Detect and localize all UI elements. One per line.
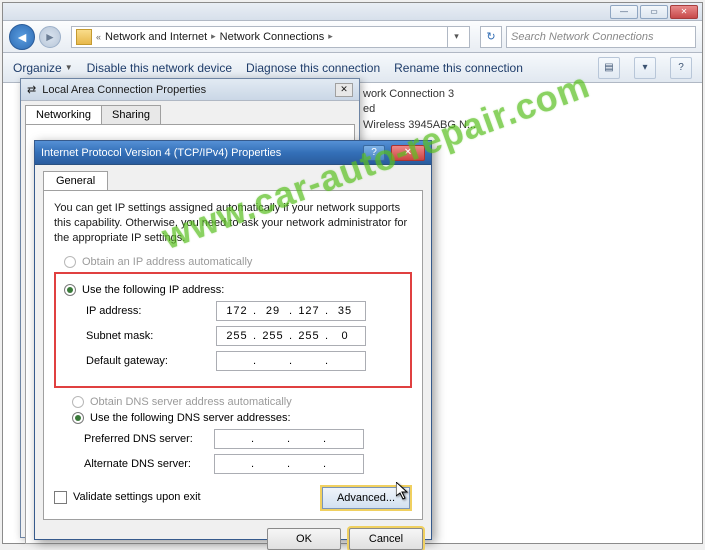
tab-networking[interactable]: Networking [25,105,102,124]
dns-settings-group: Obtain DNS server address automatically … [54,396,412,483]
chevron-down-icon: ▼ [65,63,73,72]
radio-auto-dns: Obtain DNS server address automatically [72,396,404,408]
chevron-right-icon: ▸ [328,31,333,42]
ip-address-row: IP address: 172. 29. 127. 35 [86,301,402,321]
ip-address-label: IP address: [86,305,216,317]
alternate-dns-input[interactable]: ... [214,454,364,474]
tab-general[interactable]: General [43,171,108,190]
dialog-titlebar: Internet Protocol Version 4 (TCP/IPv4) P… [35,141,431,165]
radio-auto-ip[interactable]: Obtain an IP address automatically [64,256,412,268]
folder-icon [76,29,92,45]
organize-menu[interactable]: Organize▼ [13,61,73,75]
checkbox-icon [54,491,67,504]
ip-address-input[interactable]: 172. 29. 127. 35 [216,301,366,321]
maximize-button[interactable]: ▭ [640,5,668,19]
gateway-row: Default gateway: . . . [86,351,402,371]
view-icon-button[interactable]: ▤ [598,57,620,79]
subnet-mask-label: Subnet mask: [86,330,216,342]
dialog-title: Internet Protocol Version 4 (TCP/IPv4) P… [41,147,281,159]
breadcrumb-item[interactable]: Network and Internet [105,31,207,43]
radio-icon [72,396,84,408]
chevron-right-icon: ▸ [211,31,216,42]
tab-sharing[interactable]: Sharing [101,105,161,124]
ip-settings-group: Use the following IP address: IP address… [54,272,412,388]
radio-manual-ip[interactable]: Use the following IP address: [64,284,402,296]
tab-strip: General [43,171,423,190]
view-dropdown-button[interactable]: ▾ [634,57,656,79]
nav-bar: ◄ ► « Network and Internet ▸ Network Con… [3,21,702,53]
main-titlebar: — ▭ ✕ [3,3,702,21]
search-placeholder: Search Network Connections [511,31,653,43]
back-button[interactable]: ◄ [9,24,35,50]
tab-strip: Networking Sharing [25,105,355,124]
alternate-dns-row: Alternate DNS server: ... [84,454,404,474]
help-button[interactable]: ? [363,145,385,161]
dialog-footer: OK Cancel [35,528,423,550]
minimize-button[interactable]: — [610,5,638,19]
breadcrumb-bar[interactable]: « Network and Internet ▸ Network Connect… [71,26,470,48]
search-input[interactable]: Search Network Connections [506,26,696,48]
radio-manual-dns[interactable]: Use the following DNS server addresses: [72,412,404,424]
chevron-right-icon: « [96,32,101,42]
disable-device-button[interactable]: Disable this network device [87,61,232,75]
preferred-dns-label: Preferred DNS server: [84,433,214,445]
alternate-dns-label: Alternate DNS server: [84,458,214,470]
ok-button[interactable]: OK [267,528,341,550]
radio-icon [64,284,76,296]
advanced-button[interactable]: Advanced... [322,487,410,509]
forward-button[interactable]: ► [39,26,61,48]
close-button[interactable]: ✕ [335,83,353,97]
refresh-button[interactable]: ↻ [480,26,502,48]
subnet-mask-row: Subnet mask: 255. 255. 255. 0 [86,326,402,346]
dialog-title: Local Area Connection Properties [42,84,206,96]
rename-button[interactable]: Rename this connection [394,61,523,75]
ipv4-properties-dialog: Internet Protocol Version 4 (TCP/IPv4) P… [34,140,432,540]
radio-icon [72,412,84,424]
subnet-mask-input[interactable]: 255. 255. 255. 0 [216,326,366,346]
preferred-dns-input[interactable]: ... [214,429,364,449]
gateway-input[interactable]: . . . [216,351,366,371]
description-text: You can get IP settings assigned automat… [54,201,412,246]
gateway-label: Default gateway: [86,355,216,367]
breadcrumb-item[interactable]: Network Connections [220,31,325,43]
radio-icon [64,256,76,268]
network-icon: ⇄ [27,83,36,96]
connection-text: work Connection 3 ed Wireless 3945ABG N.… [363,87,476,133]
close-button[interactable]: ✕ [670,5,698,19]
dialog-body: You can get IP settings assigned automat… [43,190,423,520]
cancel-button[interactable]: Cancel [349,528,423,550]
connection-item[interactable]: work Connection 3 ed Wireless 3945ABG N.… [363,87,476,133]
preferred-dns-row: Preferred DNS server: ... [84,429,404,449]
chevron-down-icon[interactable]: ▾ [447,27,465,47]
dialog-titlebar: ⇄ Local Area Connection Properties ✕ [21,79,359,101]
diagnose-button[interactable]: Diagnose this connection [246,61,380,75]
close-button[interactable]: ✕ [391,145,425,161]
help-icon-button[interactable]: ? [670,57,692,79]
